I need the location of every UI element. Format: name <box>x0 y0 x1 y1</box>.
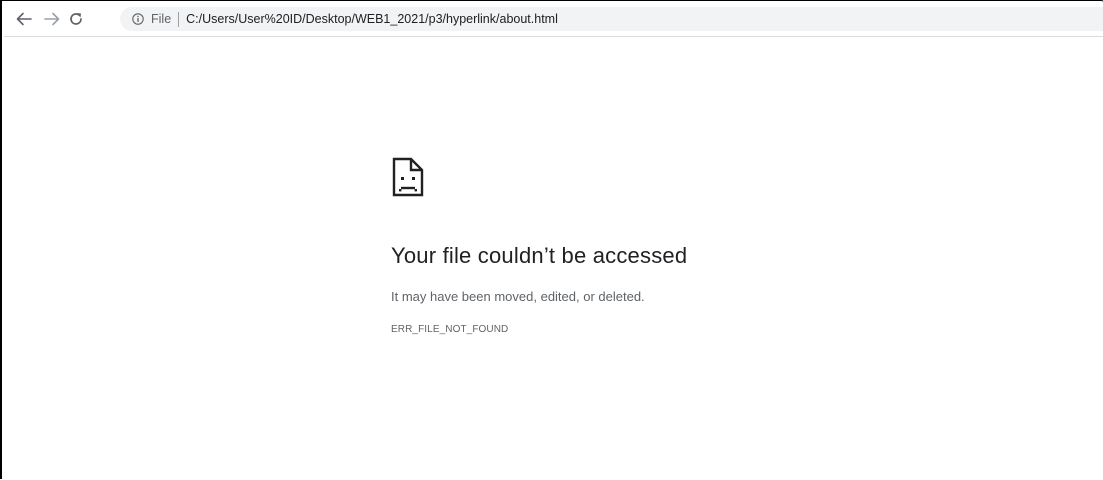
reload-icon <box>70 13 82 25</box>
error-block: Your file couldn’t be accessed It may ha… <box>391 157 991 335</box>
page-content: Your file couldn’t be accessed It may ha… <box>4 37 1103 480</box>
info-icon[interactable] <box>132 13 144 25</box>
error-description: It may have been moved, edited, or delet… <box>391 289 645 304</box>
address-bar[interactable]: File C:/Users/User%20ID/Desktop/WEB1_202… <box>120 7 1103 31</box>
reload-button[interactable] <box>66 8 86 30</box>
url-text[interactable]: C:/Users/User%20ID/Desktop/WEB1_2021/p3/… <box>186 12 558 26</box>
error-title: Your file couldn’t be accessed <box>391 243 688 268</box>
browser-toolbar: File C:/Users/User%20ID/Desktop/WEB1_202… <box>4 2 1103 37</box>
browser-window: File C:/Users/User%20ID/Desktop/WEB1_202… <box>0 0 1103 480</box>
arrow-left-icon <box>16 12 32 26</box>
back-button[interactable] <box>14 8 34 30</box>
scheme-label[interactable]: File <box>151 12 171 26</box>
forward-button[interactable] <box>42 8 62 30</box>
omnibox-divider <box>178 11 180 27</box>
arrow-right-icon <box>44 12 60 26</box>
sad-file-icon <box>392 157 424 197</box>
error-code: ERR_FILE_NOT_FOUND <box>391 324 509 335</box>
